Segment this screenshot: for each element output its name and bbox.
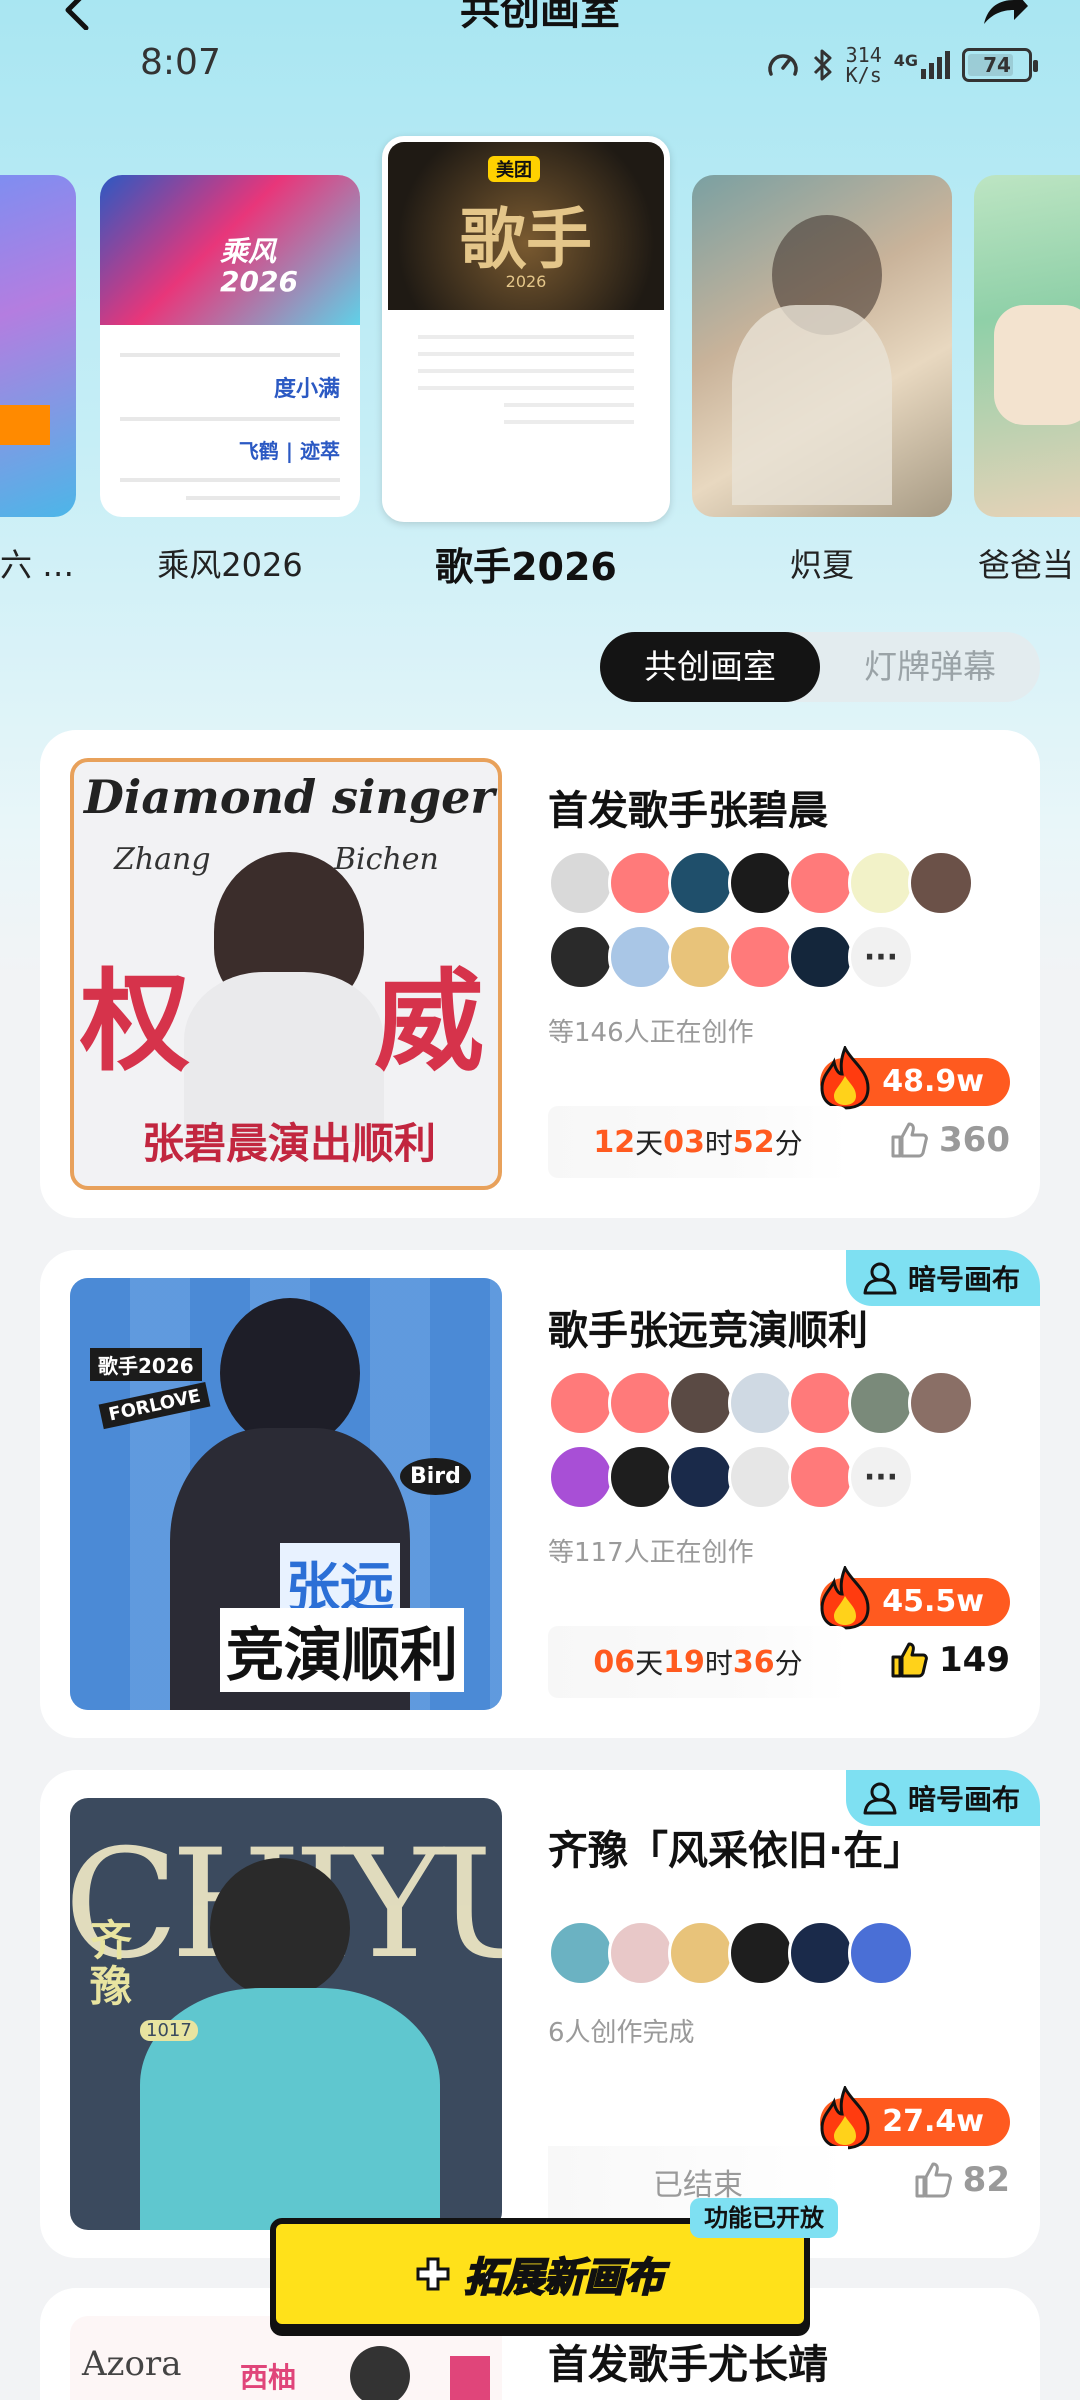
more-avatars-icon[interactable]: ··· <box>848 1444 914 1510</box>
battery-indicator: 74 <box>962 48 1038 82</box>
secret-canvas-badge: 暗号画布 <box>845 1250 1040 1306</box>
geshou-year: 2026 <box>505 272 547 291</box>
avatar <box>728 1370 794 1436</box>
like-button[interactable]: 360 <box>889 1120 1010 1160</box>
avatar <box>548 1920 614 1986</box>
canvas-card[interactable]: Diamond singer Zhang Bichen 权 威 张碧晨演出顺利 … <box>40 730 1040 1218</box>
avatar <box>908 850 974 916</box>
avatar <box>788 850 854 916</box>
avatar <box>728 850 794 916</box>
avatar <box>788 1370 854 1436</box>
avatar <box>548 1444 614 1510</box>
geshou-logo: 歌手 <box>460 200 592 278</box>
canvas-thumbnail[interactable]: Diamond singer Zhang Bichen 权 威 张碧晨演出顺利 <box>70 758 502 1190</box>
show-label-chixia: 炽夏 <box>789 546 854 584</box>
heat-badge: 27.4w <box>820 2086 1010 2150</box>
sponsor-list <box>418 322 634 437</box>
status-time: 8:07 <box>140 42 221 83</box>
avatar <box>608 1444 674 1510</box>
avatar <box>668 924 734 990</box>
show-label-baba: 爸爸当 <box>978 546 1075 584</box>
like-button[interactable]: 82 <box>913 2160 1010 2200</box>
signal-icon: 4G <box>894 51 950 79</box>
avatar <box>608 1920 674 1986</box>
avatar <box>548 924 614 990</box>
show-label-geshou: 歌手2026 <box>435 545 617 589</box>
show-card-baba[interactable] <box>974 175 1080 517</box>
heat-badge: 45.5w <box>820 1566 1010 1630</box>
avatar <box>728 1444 794 1510</box>
canvas-card[interactable]: 歌手2026 FORLOVE Bird 张远 竞演顺利 暗号画布 歌手张远竞演顺… <box>40 1250 1040 1738</box>
avatar <box>668 1920 734 1986</box>
tab-gongchuang[interactable]: 共创画室 <box>600 632 820 702</box>
avatar <box>608 850 674 916</box>
plus-icon <box>416 2257 450 2291</box>
show-card-0[interactable] <box>0 175 76 517</box>
countdown-timer: 12 天 03 时 52 分 <box>548 1106 848 1178</box>
feature-open-tag: 功能已开放 <box>690 2198 838 2238</box>
creator-avatars: ··· <box>548 1370 974 1510</box>
avatar <box>788 1444 854 1510</box>
thumbs-up-icon <box>891 1642 928 1678</box>
creator-avatars <box>548 1920 968 1986</box>
card-title: 齐豫「风采依旧·在」 <box>548 1828 924 1874</box>
flame-icon <box>820 1046 870 1110</box>
creators-count: 6人创作完成 <box>548 2018 695 2048</box>
show-card-geshou[interactable]: 美团 歌手 2026 <box>382 136 670 522</box>
tab-dengpai[interactable]: 灯牌弹幕 <box>820 632 1040 702</box>
flame-icon <box>820 2086 870 2150</box>
page-title: 共创画室 <box>460 0 620 34</box>
show-label-0: 六 … <box>0 546 75 584</box>
flame-icon <box>820 1566 870 1630</box>
show-card-chengfeng[interactable]: 乘风 2026 度小满 飞鹤 | 迹萃 <box>100 175 360 517</box>
thumbs-up-icon <box>915 2162 952 2198</box>
canvas-thumbnail[interactable]: CHIYU 齐豫 1017 <box>70 1798 502 2230</box>
show-carousel[interactable]: 六 … 乘风 2026 度小满 飞鹤 | 迹萃 乘风2026 美团 歌手 202… <box>0 130 1080 600</box>
avatar <box>848 1920 914 1986</box>
show-card-chixia[interactable] <box>692 175 952 517</box>
sponsor-list: 度小满 飞鹤 | 迹萃 <box>120 339 340 514</box>
canvas-card[interactable]: CHIYU 齐豫 1017 暗号画布 齐豫「风采依旧·在」 6人创作完成 27.… <box>40 1770 1040 2258</box>
more-avatars-icon[interactable]: ··· <box>848 924 914 990</box>
avatar <box>668 850 734 916</box>
tab-switch: 共创画室 灯牌弹幕 <box>600 632 1040 702</box>
avatar <box>728 1920 794 1986</box>
creators-count: 等146人正在创作 <box>548 1018 754 1048</box>
meituan-tag: 美团 <box>488 156 540 182</box>
avatar <box>668 1370 734 1436</box>
card-title: 首发歌手尤长靖 <box>548 2342 828 2388</box>
avatar <box>608 1370 674 1436</box>
creators-count: 等117人正在创作 <box>548 1538 754 1568</box>
show-label-chengfeng: 乘风2026 <box>157 546 303 584</box>
avatar <box>548 1370 614 1436</box>
user-icon <box>863 1782 897 1815</box>
thumbs-up-icon <box>891 1122 928 1158</box>
card-title: 歌手张远竞演顺利 <box>548 1308 868 1354</box>
avatar <box>848 1370 914 1436</box>
avatar <box>848 850 914 916</box>
avatar <box>728 924 794 990</box>
net-speed: 314 K/s <box>845 43 882 87</box>
bluetooth-icon <box>813 49 832 81</box>
avatar <box>788 1920 854 1986</box>
speed-gauge-icon <box>767 54 798 76</box>
avatar <box>788 924 854 990</box>
canvas-thumbnail[interactable]: 歌手2026 FORLOVE Bird 张远 竞演顺利 <box>70 1278 502 1710</box>
user-icon <box>863 1262 897 1295</box>
chengfeng-logo: 乘风 2026 <box>220 235 298 298</box>
avatar <box>608 924 674 990</box>
status-icons: 314 K/s 4G 74 <box>766 40 1038 90</box>
card-title: 首发歌手张碧晨 <box>548 788 828 834</box>
avatar <box>668 1444 734 1510</box>
avatar <box>548 850 614 916</box>
avatar <box>908 1370 974 1436</box>
heat-badge: 48.9w <box>820 1046 1010 1110</box>
countdown-timer: 06 天 19 时 36 分 <box>548 1626 848 1698</box>
creator-avatars: ··· <box>548 850 974 990</box>
share-icon[interactable] <box>980 0 1030 28</box>
like-button[interactable]: 149 <box>889 1640 1010 1680</box>
